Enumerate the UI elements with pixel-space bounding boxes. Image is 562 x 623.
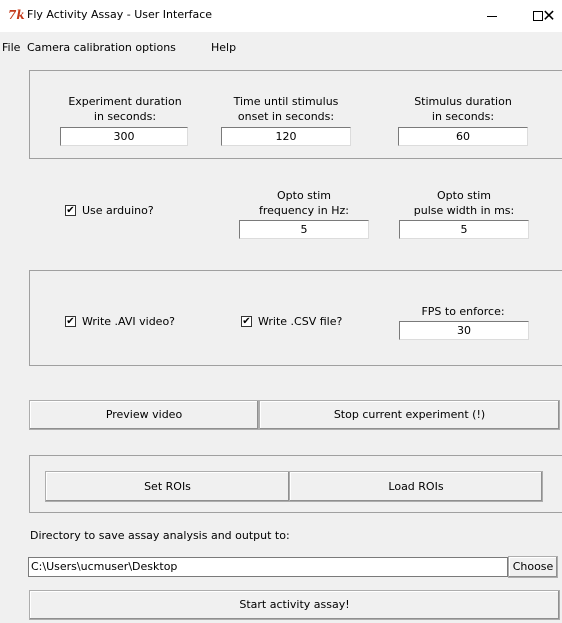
opto-pulse-width-field[interactable]: 5 — [399, 220, 529, 239]
opto-pulse-label-line2: pulse width in ms: — [413, 204, 515, 217]
start-assay-button[interactable]: Start activity assay! — [29, 590, 560, 620]
check-icon: ✔ — [66, 316, 75, 327]
opto-frequency-label-line2: frequency in Hz: — [259, 204, 349, 217]
preview-video-button[interactable]: Preview video — [29, 400, 259, 430]
use-arduino-checkbox[interactable]: ✔ — [65, 205, 76, 216]
window-title: Fly Activity Assay - User Interface — [27, 8, 213, 21]
set-rois-button[interactable]: Set ROIs — [45, 471, 290, 502]
tk-feather-icon: 7k — [8, 8, 25, 22]
opto-pulse-label: Opto stim pulse width in ms: — [398, 188, 530, 218]
stim-duration-label-line1: Stimulus duration — [414, 95, 512, 108]
duration-label: Experiment duration in seconds: — [58, 94, 192, 124]
minimize-icon — [487, 15, 497, 17]
use-arduino-label: Use arduino? — [82, 204, 154, 217]
check-icon: ✔ — [242, 316, 251, 327]
directory-label: Directory to save assay analysis and out… — [30, 529, 290, 542]
choose-directory-button[interactable]: Choose — [508, 556, 558, 578]
fps-label: FPS to enforce: — [421, 305, 505, 318]
onset-label-line1: Time until stimulus — [233, 95, 339, 108]
close-icon: ✕ — [542, 6, 556, 25]
opto-frequency-label: Opto stim frequency in Hz: — [238, 188, 370, 218]
experiment-duration-field[interactable]: 300 — [60, 127, 188, 146]
stimulus-onset-field[interactable]: 120 — [221, 127, 351, 146]
opto-frequency-label-line1: Opto stim — [277, 189, 331, 202]
stim-duration-label: Stimulus duration in seconds: — [398, 94, 528, 124]
write-csv-checkbox[interactable]: ✔ — [241, 316, 252, 327]
onset-label-line2: onset in seconds: — [237, 110, 335, 123]
write-csv-label: Write .CSV file? — [258, 315, 343, 328]
minimize-button[interactable] — [469, 0, 515, 32]
stim-duration-label-line2: in seconds: — [431, 110, 495, 123]
menu-file[interactable]: File — [2, 41, 20, 54]
stop-experiment-button[interactable]: Stop current experiment (!) — [259, 400, 560, 430]
duration-label-line2: in seconds: — [93, 110, 157, 123]
menu-help[interactable]: Help — [211, 41, 236, 54]
opto-pulse-label-line1: Opto stim — [437, 189, 491, 202]
close-button[interactable]: ✕ — [536, 0, 562, 32]
directory-path-input[interactable]: C:\Users\ucmuser\Desktop — [28, 557, 508, 577]
opto-frequency-field[interactable]: 5 — [239, 220, 369, 239]
menu-camera-calibration[interactable]: Camera calibration options — [27, 41, 176, 54]
duration-label-line1: Experiment duration — [68, 95, 182, 108]
stimulus-duration-field[interactable]: 60 — [398, 127, 528, 146]
load-rois-button[interactable]: Load ROIs — [289, 471, 543, 502]
write-avi-label: Write .AVI video? — [82, 315, 176, 328]
check-icon: ✔ — [66, 205, 75, 216]
onset-label: Time until stimulus onset in seconds: — [220, 94, 352, 124]
write-avi-checkbox[interactable]: ✔ — [65, 316, 76, 327]
fps-field[interactable]: 30 — [399, 321, 529, 340]
